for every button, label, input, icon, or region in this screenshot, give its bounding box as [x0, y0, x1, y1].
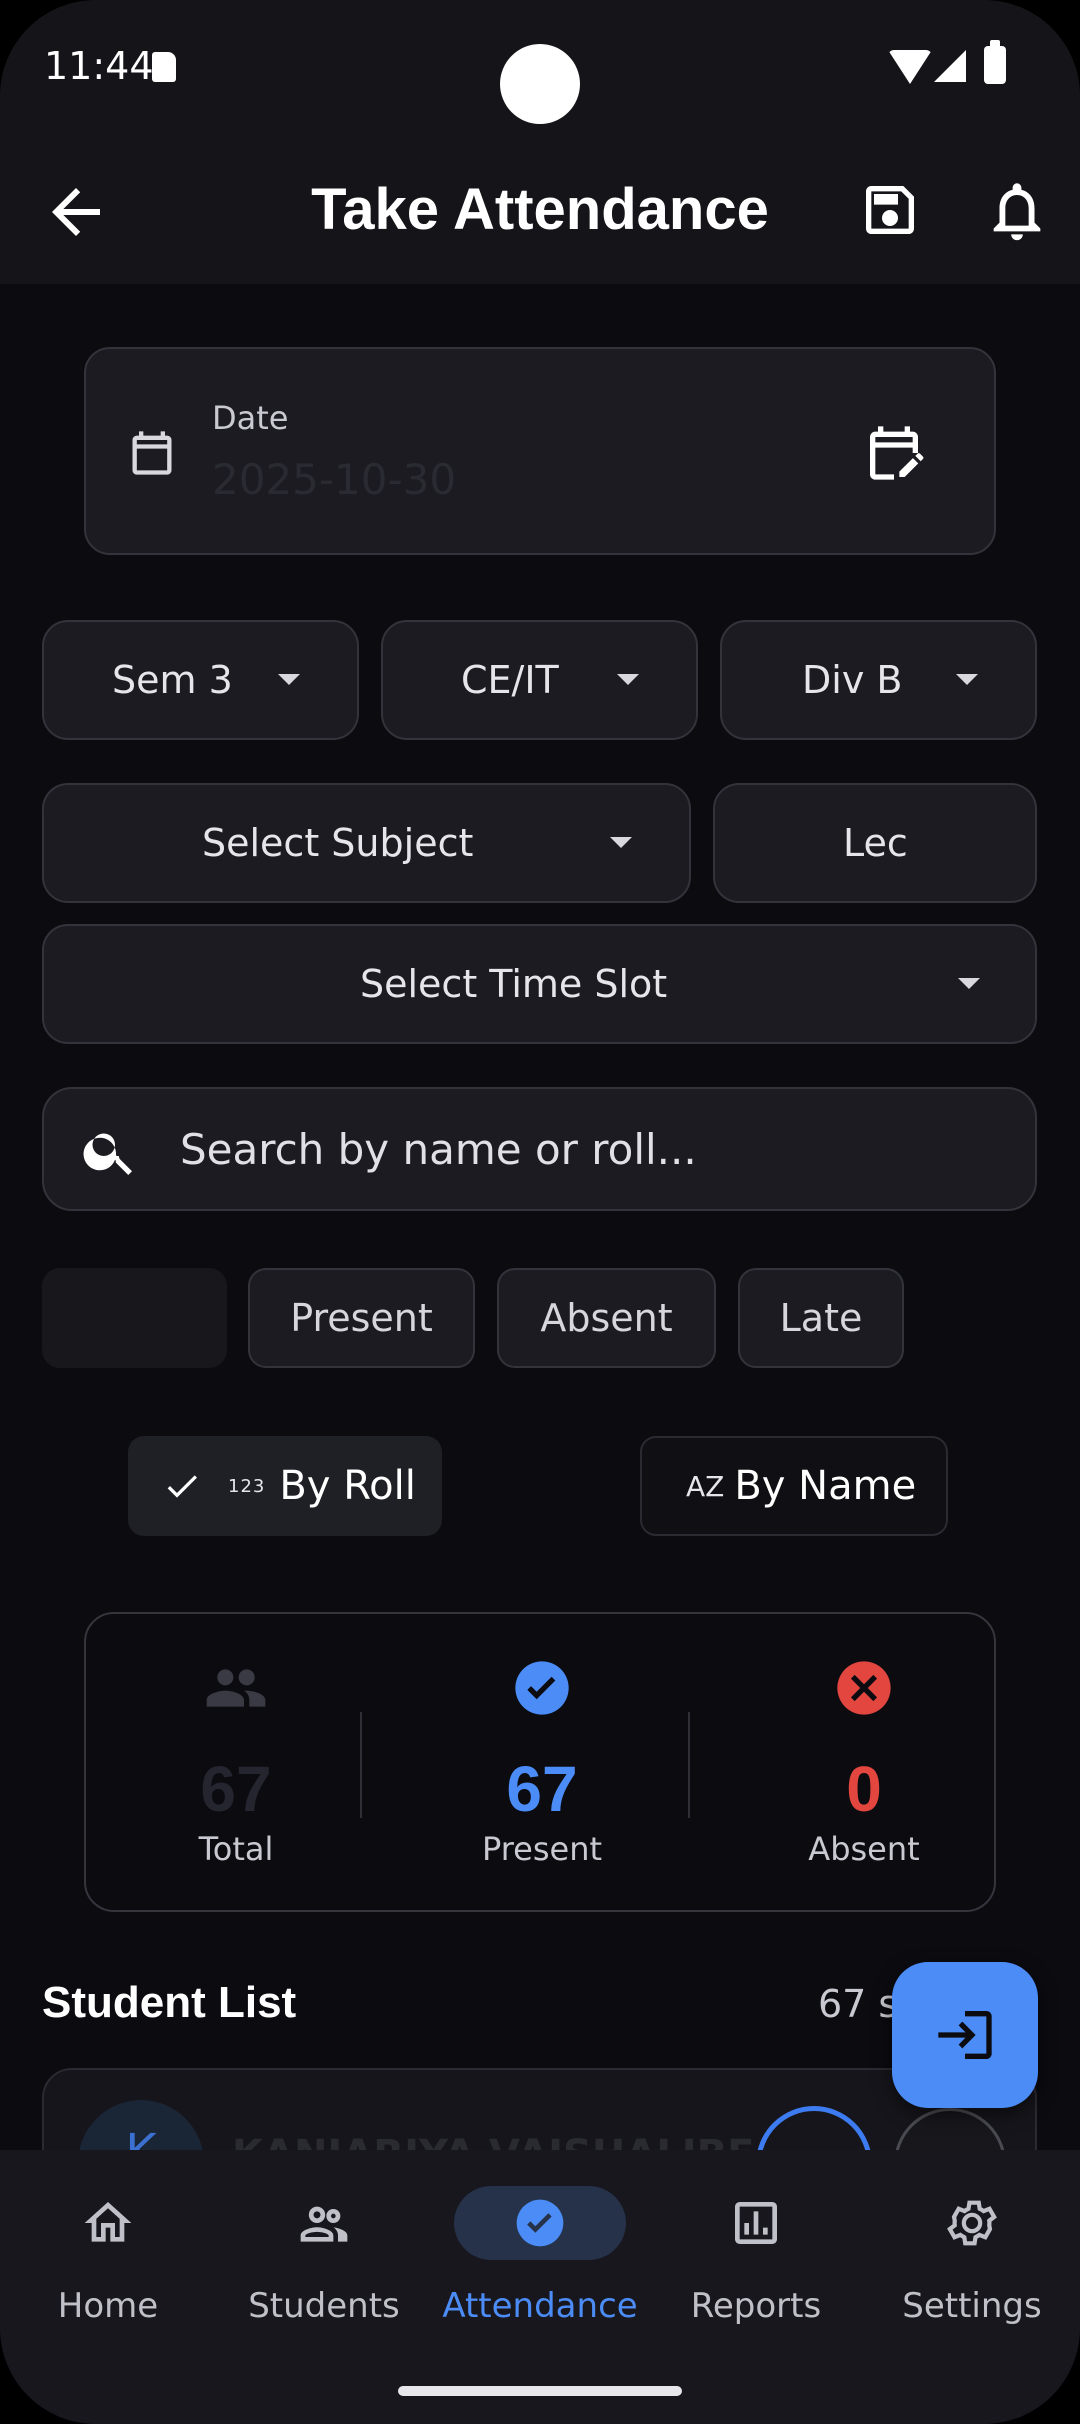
app-bar: Take Attendance	[0, 140, 1080, 284]
nav-reports-label: Reports	[690, 2286, 822, 2326]
present-count: 67	[506, 1753, 578, 1825]
nav-icon-container	[902, 2186, 1042, 2260]
division-value: Div B	[802, 658, 903, 702]
branch-dropdown[interactable]: CE/IT	[381, 620, 698, 740]
chip-all[interactable]	[42, 1268, 227, 1368]
division-dropdown[interactable]: Div B	[720, 620, 1037, 740]
search-placeholder: Search by name or roll...	[180, 1124, 697, 1174]
chevron-down-icon	[278, 674, 300, 685]
attendance-summary-card: 67 Total 67 Present 0 Absent	[84, 1612, 996, 1912]
date-field[interactable]: Date 2025-10-30	[84, 347, 996, 555]
alpha-sort-icon: AZ	[686, 1469, 725, 1503]
total-label: Total	[198, 1830, 274, 1868]
nav-home[interactable]: Home	[0, 2186, 216, 2356]
check-icon	[167, 1475, 197, 1498]
battery-icon	[984, 40, 1006, 84]
absent-count: 0	[846, 1753, 882, 1825]
semester-dropdown[interactable]: Sem 3	[42, 620, 359, 740]
nav-icon-container	[254, 2186, 394, 2260]
lecture-type-value: Lec	[843, 821, 908, 865]
branch-value: CE/IT	[461, 658, 559, 702]
stat-absent: 0 Absent	[714, 1614, 1014, 1910]
chip-absent[interactable]: Absent	[497, 1268, 716, 1368]
date-label: Date	[212, 399, 289, 437]
check-circle-icon	[516, 2199, 564, 2247]
nav-home-label: Home	[57, 2286, 159, 2326]
chevron-down-icon	[958, 978, 980, 989]
sort-by-roll-button[interactable]: 123 By Roll	[128, 1436, 442, 1536]
stat-divider	[688, 1712, 690, 1818]
save-icon[interactable]	[858, 178, 922, 242]
sort-by-name-label: By Name	[734, 1463, 917, 1509]
sort-by-roll-label: By Roll	[279, 1463, 416, 1509]
login-arrow-icon	[938, 2011, 992, 2059]
people-icon	[300, 2206, 348, 2242]
nav-reports[interactable]: Reports	[648, 2186, 864, 2356]
student-list-title: Student List	[42, 1978, 297, 2027]
subject-dropdown[interactable]: Select Subject	[42, 783, 691, 903]
back-arrow-icon[interactable]	[40, 176, 112, 248]
front-camera	[500, 44, 580, 124]
stat-total: 67 Total	[86, 1614, 386, 1910]
total-count: 67	[200, 1753, 272, 1825]
calendar-edit-icon[interactable]	[862, 421, 926, 485]
home-icon	[84, 2202, 132, 2242]
present-label: Present	[481, 1830, 603, 1868]
stat-present: 67 Present	[392, 1614, 692, 1910]
status-bar: 11:44	[0, 0, 1080, 140]
cancel-circle-icon	[837, 1661, 891, 1715]
nav-icon-container	[686, 2186, 826, 2260]
page-title: Take Attendance	[311, 177, 769, 242]
bar-chart-icon	[735, 2202, 777, 2244]
date-value: 2025-10-30	[212, 455, 457, 504]
chip-late[interactable]: Late	[738, 1268, 904, 1368]
submit-attendance-fab[interactable]	[892, 1962, 1038, 2108]
nav-students-label: Students	[248, 2286, 400, 2326]
sd-card-icon	[152, 52, 176, 82]
gear-icon	[947, 2200, 997, 2246]
chevron-down-icon	[617, 674, 639, 685]
chevron-down-icon	[956, 674, 978, 685]
chevron-down-icon	[610, 837, 632, 848]
nav-settings-label: Settings	[902, 2286, 1042, 2326]
sort-by-name-button[interactable]: AZ By Name	[640, 1436, 948, 1536]
calendar-icon	[132, 431, 172, 475]
wifi-icon	[888, 50, 932, 84]
bottom-navigation: Home Students Attendance Reports Setting…	[0, 2150, 1080, 2424]
search-input[interactable]: Search by name or roll...	[42, 1087, 1037, 1211]
check-circle-icon	[515, 1661, 569, 1715]
nav-icon-container	[454, 2186, 626, 2260]
subject-value: Select Subject	[202, 821, 474, 865]
status-time: 11:44	[44, 44, 154, 88]
stat-divider	[360, 1712, 362, 1818]
home-indicator[interactable]	[398, 2386, 682, 2396]
nav-icon-container	[38, 2186, 178, 2260]
nav-attendance[interactable]: Attendance	[432, 2186, 648, 2356]
semester-value: Sem 3	[112, 658, 233, 702]
numeric-sort-icon: 123	[228, 1475, 266, 1497]
nav-settings[interactable]: Settings	[864, 2186, 1080, 2356]
people-icon	[206, 1669, 266, 1707]
student-list-count: 67 s	[818, 1982, 899, 2026]
search-icon	[83, 1133, 132, 1175]
time-slot-value: Select Time Slot	[360, 962, 668, 1006]
chip-present[interactable]: Present	[248, 1268, 475, 1368]
absent-label: Absent	[808, 1830, 920, 1868]
nav-attendance-label: Attendance	[442, 2286, 638, 2326]
lecture-type-selector[interactable]: Lec	[713, 783, 1037, 903]
signal-icon	[934, 50, 966, 82]
nav-students[interactable]: Students	[216, 2186, 432, 2356]
time-slot-dropdown[interactable]: Select Time Slot	[42, 924, 1037, 1044]
phone-screen: 11:44 Take Attendance Date 2025-10-30 Se…	[0, 0, 1080, 2424]
bell-icon[interactable]	[982, 176, 1052, 246]
